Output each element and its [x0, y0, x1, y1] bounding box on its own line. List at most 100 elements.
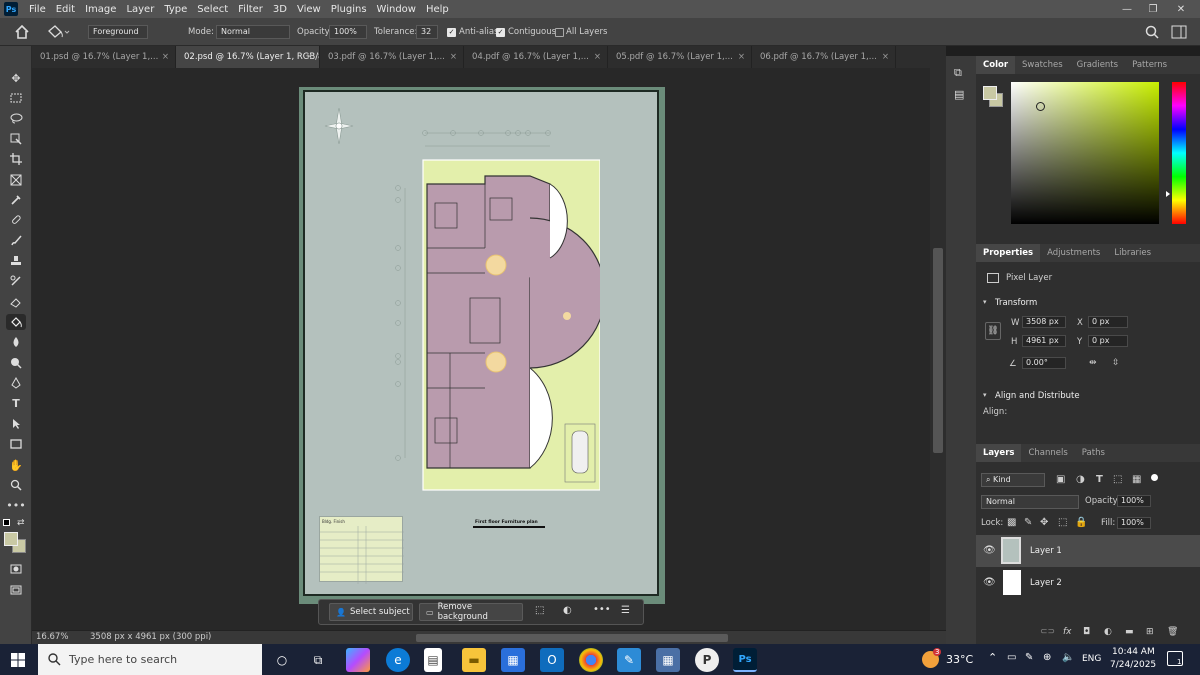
menu-image[interactable]: Image [80, 4, 121, 15]
home-icon[interactable] [14, 25, 30, 39]
paint-app-icon[interactable]: ✎ [617, 648, 641, 672]
vertical-scroll-thumb[interactable] [933, 248, 943, 453]
tab-layers[interactable]: Layers [976, 444, 1022, 462]
menu-type[interactable]: Type [159, 4, 192, 15]
layer-filter-dropdown[interactable]: ⌕ Kind [981, 473, 1045, 487]
more-options-icon[interactable]: ••• [593, 604, 611, 615]
photoshop-taskbar-icon[interactable]: Ps [733, 648, 757, 672]
device-icon[interactable]: ▭ [1007, 652, 1016, 663]
copilot-icon[interactable] [346, 648, 370, 672]
clone-stamp-tool-icon[interactable] [6, 253, 26, 269]
type-tool-icon[interactable]: T [6, 395, 26, 411]
workspace-icon[interactable] [1171, 25, 1187, 39]
new-layer-icon[interactable]: ⊞ [1146, 627, 1154, 637]
tab-gradients[interactable]: Gradients [1070, 56, 1125, 74]
tab-01-psd[interactable]: 01.psd @ 16.7% (Layer 1,... × [32, 46, 176, 68]
filter-adjustment-icon[interactable]: ◑ [1076, 474, 1085, 485]
close-tab-icon[interactable]: × [882, 46, 889, 68]
menu-view[interactable]: View [292, 4, 326, 15]
foreground-color-swatch[interactable] [4, 532, 18, 546]
tab-paths[interactable]: Paths [1075, 444, 1112, 462]
contiguous-checkbox[interactable]: ✓ [496, 28, 505, 37]
search-icon[interactable] [1145, 25, 1159, 39]
path-selection-tool-icon[interactable] [6, 416, 26, 432]
blur-tool-icon[interactable] [6, 334, 26, 350]
all-layers-checkbox[interactable] [555, 28, 564, 37]
tab-02-psd[interactable]: 02.psd @ 16.7% (Layer 1, RGB/8) × [176, 46, 320, 68]
layer-row[interactable]: 👁 Layer 1 [976, 535, 1200, 567]
lock-all-icon[interactable]: 🔒 [1075, 517, 1087, 528]
adjustment-icon[interactable]: ◐ [563, 605, 572, 616]
document-page[interactable]: First floor Furniture plan Bldg. Finish [299, 87, 665, 604]
more-tools-icon[interactable]: ••• [6, 497, 26, 513]
hue-slider[interactable] [1172, 82, 1186, 224]
move-tool-icon[interactable]: ✥ [6, 70, 26, 86]
spot-healing-tool-icon[interactable] [6, 212, 26, 228]
store-icon[interactable]: ▦ [501, 648, 525, 672]
clock-date[interactable]: 7/24/2025 [1110, 660, 1156, 670]
filter-smart-object-icon[interactable]: ▦ [1132, 474, 1141, 485]
marquee-tool-icon[interactable] [6, 90, 26, 106]
tab-06-pdf[interactable]: 06.pdf @ 16.7% (Layer 1,... × [752, 46, 896, 68]
menu-3d[interactable]: 3D [268, 4, 292, 15]
lock-artboard-icon[interactable]: ⬚ [1058, 517, 1067, 528]
opacity-input[interactable]: 100% [329, 25, 367, 39]
panel-foreground-swatch[interactable] [983, 86, 997, 100]
outlook-icon[interactable]: O [540, 648, 564, 672]
file-explorer-icon[interactable]: ▬ [462, 648, 486, 672]
angle-input[interactable]: 0.00° [1022, 357, 1066, 369]
add-mask-icon[interactable]: ◘ [1083, 627, 1090, 637]
color-picker-field[interactable] [1011, 82, 1159, 224]
restore-button[interactable]: ❐ [1140, 0, 1166, 18]
frame-tool-icon[interactable] [6, 172, 26, 188]
pen-menu-icon[interactable]: ✎ [1025, 652, 1033, 663]
hue-slider-handle[interactable] [1166, 191, 1170, 197]
task-view-icon[interactable]: ⧉ [306, 648, 330, 672]
layer-style-icon[interactable]: fx [1063, 627, 1072, 637]
transform-collapse-icon[interactable]: ▾ [983, 298, 987, 306]
y-input[interactable]: 0 px [1088, 335, 1128, 347]
close-tab-icon[interactable]: × [306, 46, 313, 68]
settings-sliders-icon[interactable]: ☰ [621, 605, 630, 616]
show-hidden-icons-icon[interactable]: ⌃ [988, 651, 997, 664]
rectangle-tool-icon[interactable] [6, 436, 26, 452]
paint-bucket-tool-icon[interactable] [6, 314, 26, 330]
network-icon[interactable]: ⊕ [1043, 652, 1051, 663]
close-tab-icon[interactable]: × [162, 46, 169, 68]
tab-03-pdf[interactable]: 03.pdf @ 16.7% (Layer 1,... × [320, 46, 464, 68]
canvas-area[interactable]: First floor Furniture plan Bldg. Finish [32, 68, 930, 630]
lock-image-icon[interactable]: ✎ [1024, 517, 1032, 528]
close-tab-icon[interactable]: × [450, 46, 457, 68]
tab-adjustments[interactable]: Adjustments [1040, 244, 1107, 262]
menu-file[interactable]: File [24, 4, 51, 15]
width-input[interactable]: 3508 px [1022, 316, 1066, 328]
zoom-level[interactable]: 16.67% [36, 632, 68, 642]
menu-edit[interactable]: Edit [51, 4, 80, 15]
taskbar-search-box[interactable]: Type here to search [38, 644, 262, 675]
filter-pixel-icon[interactable]: ▣ [1056, 474, 1065, 485]
tab-patterns[interactable]: Patterns [1125, 56, 1174, 74]
height-input[interactable]: 4961 px [1022, 335, 1066, 347]
filter-type-icon[interactable]: T [1096, 474, 1103, 485]
close-window-button[interactable]: ✕ [1168, 0, 1194, 18]
eraser-tool-icon[interactable] [6, 294, 26, 310]
history-panel-icon[interactable]: ⧉ [954, 66, 962, 80]
color-picker-cursor[interactable] [1036, 102, 1045, 111]
link-layers-icon[interactable]: ⊂⊃ [1040, 627, 1055, 637]
new-group-icon[interactable]: ▬ [1125, 627, 1134, 637]
windows-start-icon[interactable] [11, 653, 25, 667]
new-adjustment-icon[interactable]: ◐ [1104, 627, 1112, 637]
eyedropper-tool-icon[interactable] [6, 192, 26, 208]
zoom-tool-icon[interactable] [6, 477, 26, 493]
fill-source-dropdown[interactable]: Foreground [88, 25, 148, 39]
fill-input[interactable]: 100% [1117, 517, 1151, 529]
object-selection-tool-icon[interactable] [6, 131, 26, 147]
edge-icon[interactable]: e [386, 648, 410, 672]
default-colors-icon[interactable] [3, 519, 10, 526]
tab-libraries[interactable]: Libraries [1107, 244, 1158, 262]
tab-color[interactable]: Color [976, 56, 1016, 74]
close-tab-icon[interactable]: × [594, 46, 601, 68]
lasso-tool-icon[interactable] [6, 110, 26, 126]
filter-shape-icon[interactable]: ⬚ [1113, 474, 1122, 485]
flip-horizontal-icon[interactable]: ⇹ [1089, 358, 1097, 368]
